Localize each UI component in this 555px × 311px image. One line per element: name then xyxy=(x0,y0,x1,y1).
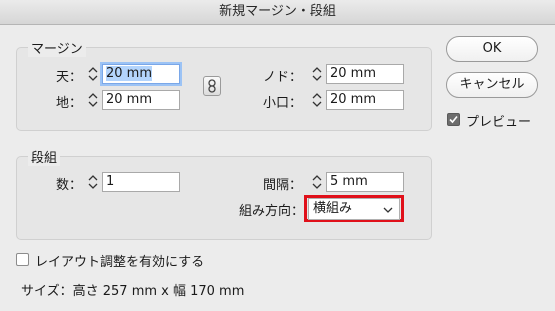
margin-group xyxy=(16,47,432,131)
top-margin-input[interactable]: 20 mm xyxy=(102,64,180,84)
gutter-input[interactable]: 5 mm xyxy=(326,172,404,192)
inside-margin-input[interactable]: 20 mm xyxy=(326,64,404,84)
link-margins-button[interactable] xyxy=(203,76,221,96)
window-title: 新規マージン・段組 xyxy=(0,0,555,25)
chain-link-icon xyxy=(208,79,216,93)
columns-count-input[interactable]: 1 xyxy=(102,172,180,192)
direction-label: 組み方向： xyxy=(238,204,304,219)
ok-button[interactable]: OK xyxy=(446,36,538,62)
preview-checkbox[interactable] xyxy=(447,113,460,126)
bottom-stepper[interactable] xyxy=(85,90,101,110)
inside-stepper[interactable] xyxy=(309,64,325,84)
checkmark-icon xyxy=(449,115,458,124)
columns-legend: 段組 xyxy=(28,147,61,166)
layout-adjust-label: レイアウト調整を有効にする xyxy=(35,255,205,270)
preview-label: プレビュー xyxy=(466,115,532,130)
top-margin-value: 20 mm xyxy=(106,66,153,81)
outside-margin-input[interactable]: 20 mm xyxy=(326,90,404,110)
columns-count-label: 数： xyxy=(55,178,82,193)
outside-label: 小口： xyxy=(262,96,302,111)
inside-label: ノド： xyxy=(262,70,302,85)
top-label: 天： xyxy=(55,70,82,85)
margin-legend: マージン xyxy=(28,38,86,57)
layout-adjust-checkbox[interactable] xyxy=(16,253,29,266)
direction-value: 横組み xyxy=(313,201,353,216)
bottom-label: 地： xyxy=(55,96,82,111)
direction-select[interactable]: 横組み xyxy=(308,198,400,220)
size-info: サイズ：高さ 257 mm x 幅 170 mm xyxy=(21,284,245,299)
cancel-button[interactable]: キャンセル xyxy=(446,72,538,98)
top-stepper[interactable] xyxy=(85,64,101,84)
columns-count-stepper[interactable] xyxy=(85,172,101,192)
gutter-label: 間隔： xyxy=(262,178,302,193)
gutter-stepper[interactable] xyxy=(309,172,325,192)
bottom-margin-input[interactable]: 20 mm xyxy=(102,90,180,110)
chevron-down-icon xyxy=(383,207,393,213)
outside-stepper[interactable] xyxy=(309,90,325,110)
